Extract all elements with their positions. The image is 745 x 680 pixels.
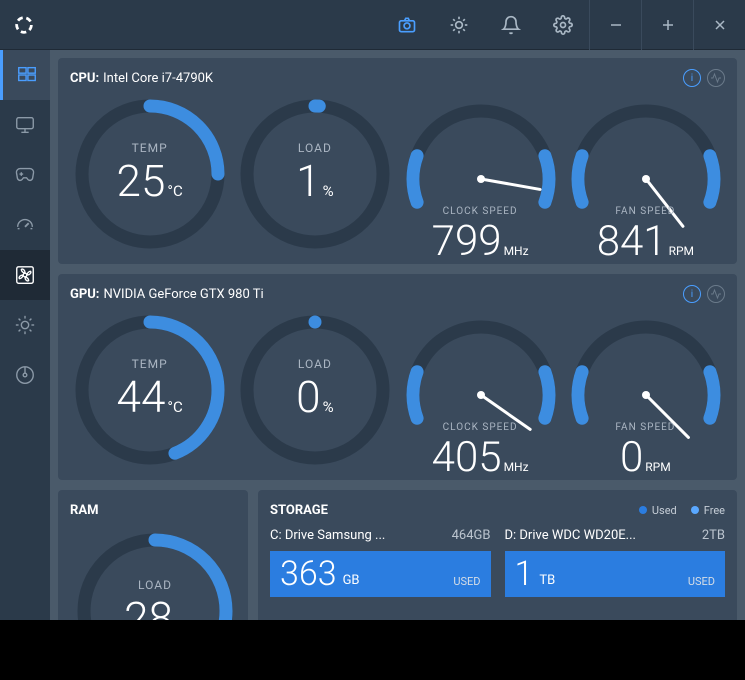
cpu-temp-gauge: TEMP 25°C bbox=[70, 94, 229, 254]
cpu-panel: CPU: Intel Core i7-4790K i TEMP 25°C bbox=[58, 58, 737, 264]
settings-button[interactable] bbox=[537, 0, 589, 50]
sidebar-storage[interactable] bbox=[0, 350, 50, 400]
drive-used-bar: 363 GB USED bbox=[270, 551, 491, 597]
sidebar bbox=[0, 50, 50, 620]
drive-0: C: Drive Samsung ... 464GB 363 GB USED bbox=[270, 528, 491, 597]
gpu-temp-gauge: TEMP 44°C bbox=[70, 310, 229, 470]
storage-title: STORAGE bbox=[270, 503, 328, 518]
cpu-name: Intel Core i7-4790K bbox=[103, 71, 213, 86]
screenshot-button[interactable] bbox=[381, 0, 433, 50]
sidebar-light[interactable] bbox=[0, 300, 50, 350]
sidebar-dashboard[interactable] bbox=[0, 50, 50, 100]
gpu-label: GPU: bbox=[70, 287, 99, 302]
drive-size: 2TB bbox=[702, 528, 725, 543]
gpu-fan-gauge: FAN SPEED 0RPM bbox=[566, 310, 725, 470]
gpu-panel: GPU: NVIDIA GeForce GTX 980 Ti i TEMP 44… bbox=[58, 274, 737, 480]
cpu-label: CPU: bbox=[70, 71, 99, 86]
drive-1: D: Drive WDC WD20E... 2TB 1 TB USED bbox=[505, 528, 726, 597]
notifications-button[interactable] bbox=[485, 0, 537, 50]
storage-panel: STORAGE Used Free C: Drive Samsung ... 46… bbox=[258, 490, 737, 620]
activity-icon[interactable] bbox=[707, 285, 725, 303]
minimize-button[interactable] bbox=[589, 0, 641, 50]
drive-name: C: Drive Samsung ... bbox=[270, 528, 385, 543]
content-area: CPU: Intel Core i7-4790K i TEMP 25°C bbox=[50, 50, 745, 620]
info-icon[interactable]: i bbox=[683, 285, 701, 303]
gpu-name: NVIDIA GeForce GTX 980 Ti bbox=[103, 287, 263, 302]
ram-panel: RAM LOAD 28% 4.64GB bbox=[58, 490, 248, 620]
ram-gauge: LOAD 28% 4.64GB bbox=[70, 526, 240, 620]
sidebar-overclock[interactable] bbox=[0, 200, 50, 250]
maximize-button[interactable] bbox=[641, 0, 693, 50]
close-button[interactable] bbox=[693, 0, 745, 50]
titlebar-actions bbox=[381, 0, 745, 49]
theme-button[interactable] bbox=[433, 0, 485, 50]
legend-used: Used bbox=[652, 504, 677, 517]
cpu-fan-gauge: FAN SPEED 841RPM bbox=[566, 94, 725, 254]
cpu-clock-gauge: CLOCK SPEED 799MHz bbox=[401, 94, 560, 254]
drive-size: 464GB bbox=[452, 528, 491, 543]
sidebar-monitor[interactable] bbox=[0, 100, 50, 150]
legend-free: Free bbox=[704, 504, 725, 517]
drive-name: D: Drive WDC WD20E... bbox=[505, 528, 636, 543]
sidebar-gaming[interactable] bbox=[0, 150, 50, 200]
app-logo bbox=[12, 13, 36, 37]
titlebar bbox=[0, 0, 745, 50]
sidebar-fan[interactable] bbox=[0, 250, 50, 300]
ram-title: RAM bbox=[70, 503, 98, 518]
cpu-load-gauge: LOAD 1% bbox=[235, 94, 394, 254]
gpu-clock-gauge: CLOCK SPEED 405MHz bbox=[401, 310, 560, 470]
drive-used-bar: 1 TB USED bbox=[505, 551, 726, 597]
gpu-load-gauge: LOAD 0% bbox=[235, 310, 394, 470]
storage-legend: Used Free bbox=[639, 504, 725, 517]
activity-icon[interactable] bbox=[707, 69, 725, 87]
info-icon[interactable]: i bbox=[683, 69, 701, 87]
